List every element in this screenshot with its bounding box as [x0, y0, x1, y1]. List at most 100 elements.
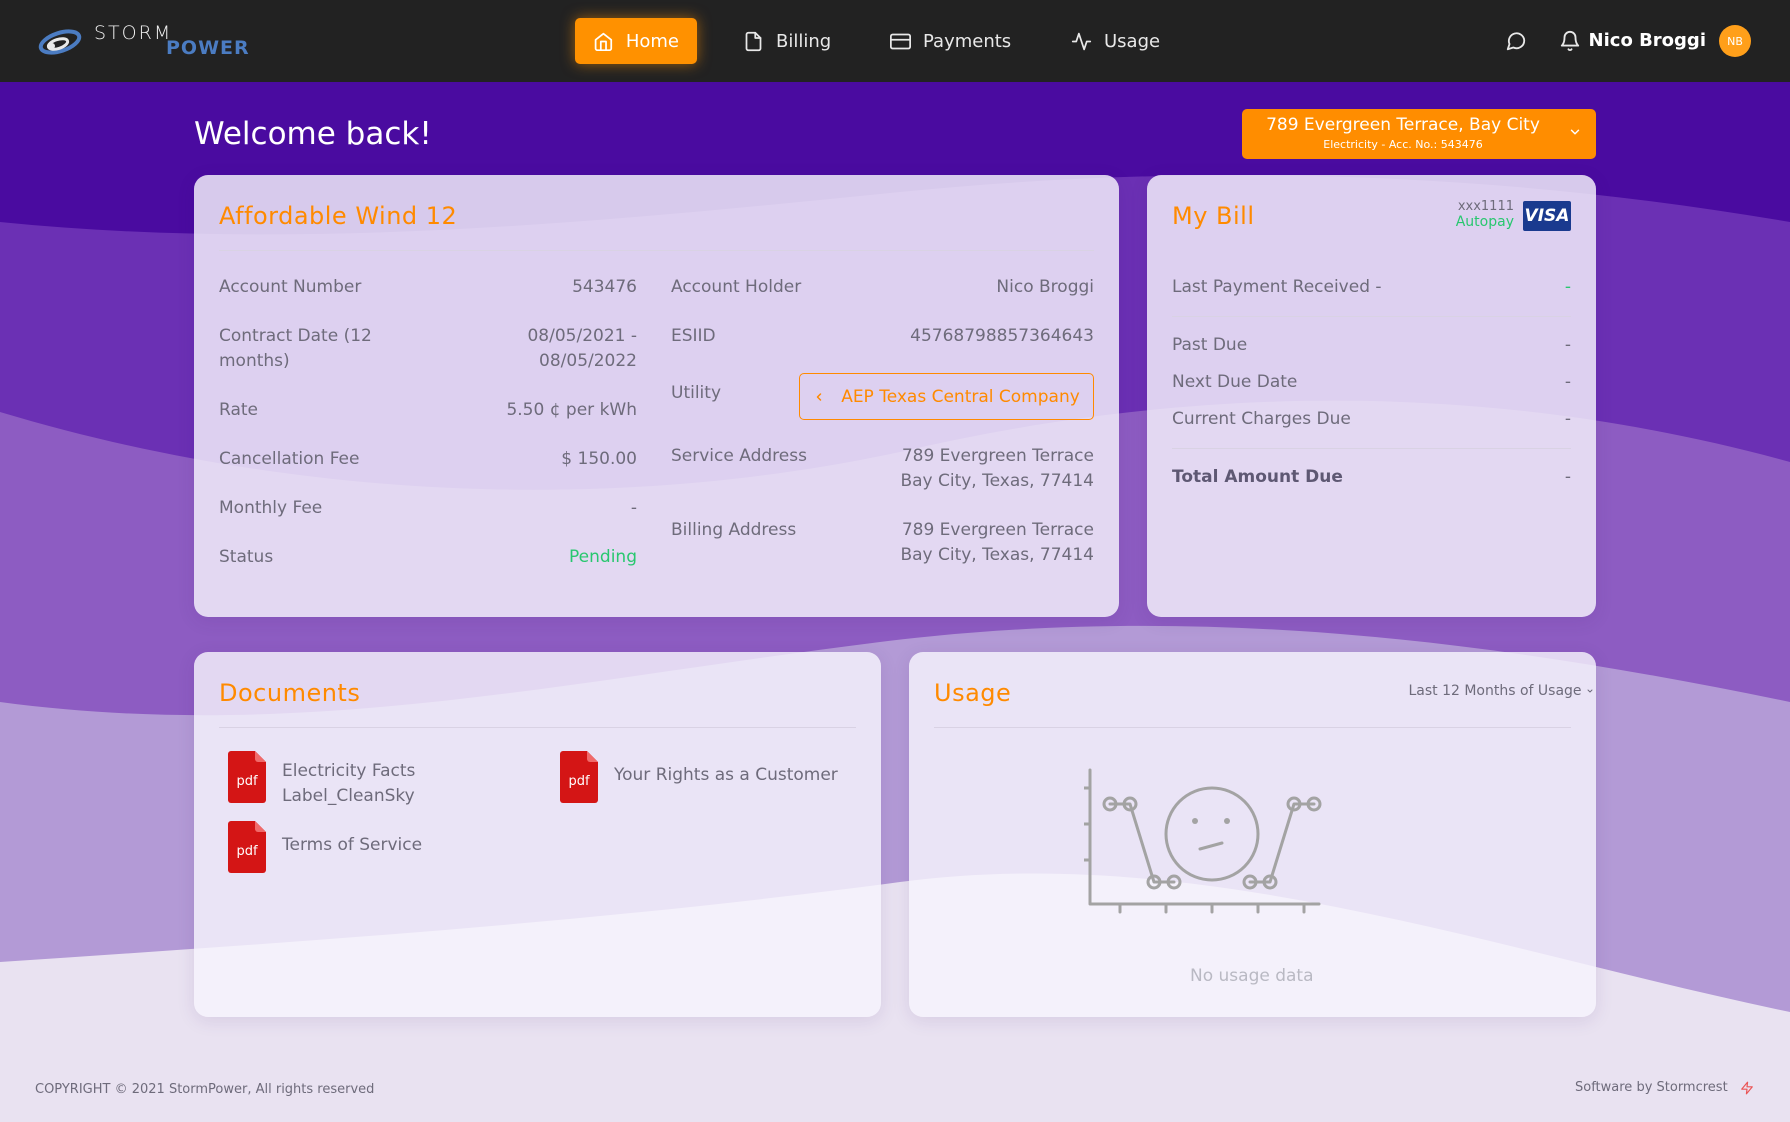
pdf-label: pdf [568, 774, 590, 789]
esiid-value: 45768798857364643 [910, 326, 1094, 346]
footer-credit: Software by Stormcrest [1575, 1080, 1754, 1095]
utility-button[interactable]: AEP Texas Central Company [799, 373, 1094, 420]
last-payment-value: - [1564, 277, 1571, 297]
nav-usage-label: Usage [1104, 30, 1161, 52]
contract-date-value: 08/05/2021 - 08/05/2022 [527, 324, 637, 374]
autopay-label[interactable]: Autopay [1456, 214, 1514, 230]
pdf-icon: pdf [228, 821, 266, 873]
service-address-line2: Bay City, Texas, 77414 [900, 471, 1094, 491]
rate-value: 5.50 ¢ per kWh [506, 400, 637, 420]
account-address-dropdown[interactable]: 789 Evergreen Terrace, Bay City Electric… [1242, 109, 1596, 159]
utility-label: Utility [671, 383, 722, 403]
lightning-icon [1740, 1081, 1753, 1094]
my-bill-card: My Bill Last Payment Received - - Past D… [1147, 175, 1596, 617]
document-name: Electricity Facts Label_CleanSky [282, 751, 415, 809]
bill-title: My Bill [1172, 202, 1255, 230]
usage-title: Usage [934, 679, 1012, 707]
chevron-down-icon [1570, 129, 1580, 135]
nav-home-label: Home [625, 30, 679, 52]
copyright-text: COPYRIGHT © 2021 StormPower, All rights … [35, 1082, 375, 1097]
empty-state-text: No usage data [1190, 966, 1314, 986]
service-address-value: 789 Evergreen Terrace Bay City, Texas, 7… [900, 444, 1094, 494]
nav-payments[interactable]: Payments [872, 18, 1029, 64]
activity-icon [1071, 32, 1092, 50]
chevron-left-icon [816, 392, 822, 401]
status-label: Status [219, 547, 274, 567]
account-holder-value: Nico Broggi [996, 277, 1094, 297]
documents-title: Documents [219, 679, 361, 707]
document-link[interactable]: pdf Terms of Service [228, 821, 422, 873]
plan-title: Affordable Wind 12 [219, 202, 458, 230]
nav-billing[interactable]: Billing [725, 18, 849, 64]
billing-address-value: 789 Evergreen Terrace Bay City, Texas, 7… [900, 518, 1094, 568]
nav-usage[interactable]: Usage [1053, 18, 1178, 64]
current-charges-label: Current Charges Due [1172, 409, 1351, 429]
esiid-label: ESIID [671, 326, 716, 346]
user-name[interactable]: Nico Broggi [1589, 30, 1706, 51]
document-name: Your Rights as a Customer [614, 765, 838, 785]
monthly-fee-value: - [630, 498, 637, 518]
card-last4: xxx1111 [1457, 199, 1514, 214]
brand-name-storm: STORM [94, 22, 173, 44]
pdf-label: pdf [236, 844, 258, 859]
next-due-label: Next Due Date [1172, 372, 1298, 392]
usage-card: Usage [909, 652, 1596, 1017]
top-navbar: STORM POWER Home Billing Payments Usage … [0, 0, 1790, 82]
rate-label: Rate [219, 400, 258, 420]
credit-text[interactable]: Software by Stormcrest [1575, 1080, 1728, 1095]
account-number-value: 543476 [572, 277, 637, 297]
document-link[interactable]: pdf Your Rights as a Customer [560, 751, 838, 803]
utility-name: AEP Texas Central Company [841, 386, 1080, 407]
past-due-value: - [1564, 335, 1571, 355]
chat-icon[interactable] [1505, 30, 1527, 52]
divider [219, 250, 1094, 251]
chevron-down-icon [1587, 689, 1593, 693]
total-due-value: - [1564, 467, 1571, 487]
brand-logo[interactable]: STORM POWER [38, 20, 258, 64]
file-icon [745, 31, 762, 51]
avatar[interactable]: NB [1719, 25, 1751, 57]
service-address-label: Service Address [671, 446, 807, 466]
home-icon [594, 32, 613, 51]
service-address-line1: 789 Evergreen Terrace [901, 446, 1094, 466]
contract-date-label: Contract Date (12 months) [219, 324, 372, 374]
usage-range-dropdown[interactable]: Last 12 Months of Usage [1408, 683, 1594, 699]
pdf-icon: pdf [560, 751, 598, 803]
document-name-line2: Label_CleanSky [282, 786, 415, 806]
contract-date-start: 08/05/2021 - [527, 326, 637, 346]
credit-card-icon [890, 33, 911, 49]
usage-range-label: Last 12 Months of Usage [1408, 683, 1582, 699]
nav-payments-label: Payments [923, 30, 1012, 52]
billing-address-line1: 789 Evergreen Terrace [901, 520, 1094, 540]
cancellation-fee-label: Cancellation Fee [219, 449, 360, 469]
monthly-fee-label: Monthly Fee [219, 498, 323, 518]
document-link[interactable]: pdf Electricity Facts Label_CleanSky [228, 751, 415, 809]
billing-address-line2: Bay City, Texas, 77414 [900, 545, 1094, 565]
divider [934, 727, 1571, 728]
account-holder-label: Account Holder [671, 277, 802, 297]
current-charges-value: - [1564, 409, 1571, 429]
last-payment-label: Last Payment Received - [1172, 277, 1382, 297]
document-name: Terms of Service [282, 835, 423, 855]
divider [1172, 448, 1571, 449]
visa-card-icon: VISA [1523, 201, 1571, 231]
address-main: 789 Evergreen Terrace, Bay City [1266, 115, 1540, 135]
documents-card: Documents pdf Electricity Facts Label_Cl… [194, 652, 881, 1017]
address-sub: Electricity - Acc. No.: 543476 [1323, 138, 1483, 151]
swirl-logo-icon [38, 29, 82, 55]
page-title: Welcome back! [194, 116, 432, 152]
divider [1172, 316, 1571, 317]
billing-address-label: Billing Address [671, 520, 797, 540]
contract-date-end: 08/05/2022 [539, 351, 637, 371]
pdf-label: pdf [236, 774, 258, 789]
cancellation-fee-value: $ 150.00 [561, 449, 637, 469]
bell-icon[interactable] [1559, 30, 1581, 52]
account-number-label: Account Number [219, 277, 362, 297]
divider [219, 727, 856, 728]
status-badge: Pending [569, 547, 637, 567]
nav-billing-label: Billing [776, 30, 832, 52]
nav-home[interactable]: Home [575, 18, 697, 64]
total-due-label: Total Amount Due [1172, 467, 1343, 487]
empty-chart-illustration [1084, 768, 1322, 914]
contract-date-label-line1: Contract Date (12 [219, 326, 372, 346]
